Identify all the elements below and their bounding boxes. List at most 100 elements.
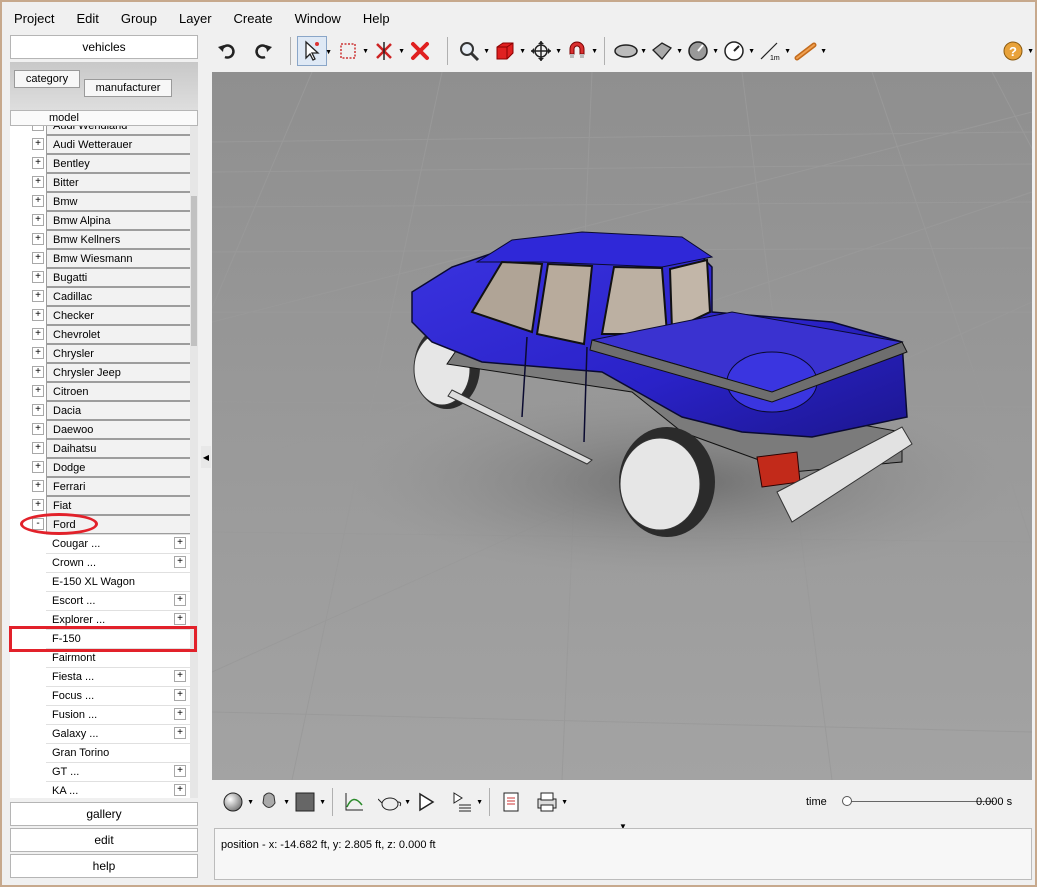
manufacturer-row[interactable]: + Chevrolet bbox=[10, 325, 190, 344]
expand-icon[interactable]: + bbox=[174, 594, 186, 606]
menu-layer[interactable]: Layer bbox=[167, 8, 222, 28]
report-icon[interactable] bbox=[496, 787, 526, 817]
model-row[interactable]: Escort ... + bbox=[10, 591, 190, 610]
expand-icon[interactable]: + bbox=[32, 176, 44, 188]
menu-help[interactable]: Help bbox=[351, 8, 400, 28]
manufacturer-row[interactable]: +Audi Wendland bbox=[10, 126, 190, 135]
column-header-model[interactable]: model bbox=[10, 110, 198, 126]
gauge-icon[interactable]: ▼ bbox=[719, 36, 755, 66]
color-swatch-icon[interactable]: ▼ bbox=[290, 787, 326, 817]
model-row[interactable]: GT ... + bbox=[10, 762, 190, 781]
menu-create[interactable]: Create bbox=[222, 8, 283, 28]
model-row[interactable]: Fiesta ... + bbox=[10, 667, 190, 686]
select-rect-icon[interactable]: ▼ bbox=[333, 36, 369, 66]
expand-icon[interactable]: + bbox=[174, 556, 186, 568]
menu-group[interactable]: Group bbox=[109, 8, 167, 28]
manufacturer-row[interactable]: + Dodge bbox=[10, 458, 190, 477]
gallery-button[interactable]: gallery bbox=[10, 802, 198, 826]
expand-icon[interactable]: + bbox=[32, 195, 44, 207]
print-icon[interactable]: ▼ bbox=[532, 787, 568, 817]
undo-icon[interactable] bbox=[212, 36, 242, 66]
menu-project[interactable]: Project bbox=[2, 8, 64, 28]
cube-icon[interactable]: ▼ bbox=[490, 36, 526, 66]
expand-icon[interactable]: + bbox=[174, 537, 186, 549]
zoom-icon[interactable]: ▼ bbox=[454, 36, 490, 66]
tab-manufacturer[interactable]: manufacturer bbox=[84, 79, 172, 97]
teapot-icon[interactable]: ▼ bbox=[375, 787, 411, 817]
mirror-icon[interactable]: ▼ bbox=[369, 36, 405, 66]
expand-icon[interactable]: + bbox=[174, 670, 186, 682]
expand-icon[interactable]: + bbox=[32, 290, 44, 302]
expand-icon[interactable]: + bbox=[174, 708, 186, 720]
tab-category[interactable]: category bbox=[14, 70, 80, 88]
play-icon[interactable] bbox=[411, 787, 441, 817]
scrollbar-thumb[interactable] bbox=[191, 196, 197, 346]
expand-icon[interactable]: + bbox=[174, 784, 186, 796]
manufacturer-row[interactable]: + Chrysler Jeep bbox=[10, 363, 190, 382]
delete-icon[interactable] bbox=[405, 36, 435, 66]
manufacturer-row[interactable]: + Ferrari bbox=[10, 477, 190, 496]
expand-icon[interactable]: + bbox=[174, 613, 186, 625]
manufacturer-row[interactable]: + Cadillac bbox=[10, 287, 190, 306]
edit-button[interactable]: edit bbox=[10, 828, 198, 852]
expand-icon[interactable]: + bbox=[32, 442, 44, 454]
expand-icon[interactable]: + bbox=[32, 233, 44, 245]
model-row[interactable]: F-150 bbox=[10, 629, 190, 648]
manufacturer-row[interactable]: + Chrysler bbox=[10, 344, 190, 363]
expand-icon[interactable]: + bbox=[32, 461, 44, 473]
model-row[interactable]: E-150 XL Wagon bbox=[10, 572, 190, 591]
baton-icon[interactable]: ▼ bbox=[791, 36, 827, 66]
expand-icon[interactable]: + bbox=[32, 138, 44, 150]
manufacturer-row[interactable]: - Ford bbox=[10, 515, 190, 534]
vehicles-button[interactable]: vehicles bbox=[10, 35, 198, 59]
manufacturer-row[interactable]: + Daihatsu bbox=[10, 439, 190, 458]
expand-icon[interactable]: + bbox=[32, 252, 44, 264]
expand-icon[interactable]: + bbox=[32, 480, 44, 492]
play-list-icon[interactable]: ▼ bbox=[447, 787, 483, 817]
expand-icon[interactable]: + bbox=[32, 499, 44, 511]
expand-icon[interactable]: + bbox=[174, 765, 186, 777]
expand-icon[interactable]: + bbox=[174, 689, 186, 701]
model-row[interactable]: Focus ... + bbox=[10, 686, 190, 705]
manufacturer-row[interactable]: + Bugatti bbox=[10, 268, 190, 287]
curve-editor-icon[interactable] bbox=[339, 787, 369, 817]
manufacturer-row[interactable]: + Bentley bbox=[10, 154, 190, 173]
angle-icon[interactable]: ▼ bbox=[683, 36, 719, 66]
manufacturer-row[interactable]: + Citroen bbox=[10, 382, 190, 401]
manufacturer-row[interactable]: + Bitter bbox=[10, 173, 190, 192]
help-button[interactable]: help bbox=[10, 854, 198, 878]
model-row[interactable]: KA ... + bbox=[10, 781, 190, 798]
expand-icon[interactable]: + bbox=[32, 404, 44, 416]
material-sphere-icon[interactable]: ▼ bbox=[218, 787, 254, 817]
model-row[interactable]: Explorer ... + bbox=[10, 610, 190, 629]
expand-icon[interactable]: + bbox=[32, 423, 44, 435]
expand-icon[interactable]: + bbox=[32, 309, 44, 321]
expand-icon[interactable]: + bbox=[32, 214, 44, 226]
model-row[interactable]: Crown ... + bbox=[10, 553, 190, 572]
expand-icon[interactable]: + bbox=[32, 126, 44, 131]
model-row[interactable]: Gran Torino bbox=[10, 743, 190, 762]
3d-viewport[interactable] bbox=[212, 72, 1032, 780]
expand-icon[interactable]: + bbox=[32, 271, 44, 283]
manufacturer-row[interactable]: + Bmw bbox=[10, 192, 190, 211]
manufacturer-row[interactable]: + Checker bbox=[10, 306, 190, 325]
list-scrollbar[interactable] bbox=[190, 126, 198, 798]
ruler-1m-icon[interactable]: 1m ▼ bbox=[755, 36, 791, 66]
select-arrow-icon[interactable]: ▼ bbox=[297, 36, 332, 66]
expand-icon[interactable]: + bbox=[32, 347, 44, 359]
plane-icon[interactable]: ▼ bbox=[647, 36, 683, 66]
menu-edit[interactable]: Edit bbox=[64, 8, 108, 28]
manufacturer-row[interactable]: + Bmw Wiesmann bbox=[10, 249, 190, 268]
expand-icon[interactable]: + bbox=[32, 157, 44, 169]
expand-icon[interactable]: + bbox=[32, 385, 44, 397]
manufacturer-row[interactable]: + Bmw Alpina bbox=[10, 211, 190, 230]
magnet-icon[interactable]: ▼ bbox=[562, 36, 598, 66]
redo-icon[interactable] bbox=[248, 36, 278, 66]
manufacturer-row[interactable]: + Dacia bbox=[10, 401, 190, 420]
model-row[interactable]: Galaxy ... + bbox=[10, 724, 190, 743]
collapse-icon[interactable]: - bbox=[32, 518, 44, 530]
model-row[interactable]: Fairmont bbox=[10, 648, 190, 667]
time-slider-knob[interactable] bbox=[842, 796, 852, 806]
model-row[interactable]: Fusion ... + bbox=[10, 705, 190, 724]
manufacturer-row[interactable]: + Bmw Kellners bbox=[10, 230, 190, 249]
